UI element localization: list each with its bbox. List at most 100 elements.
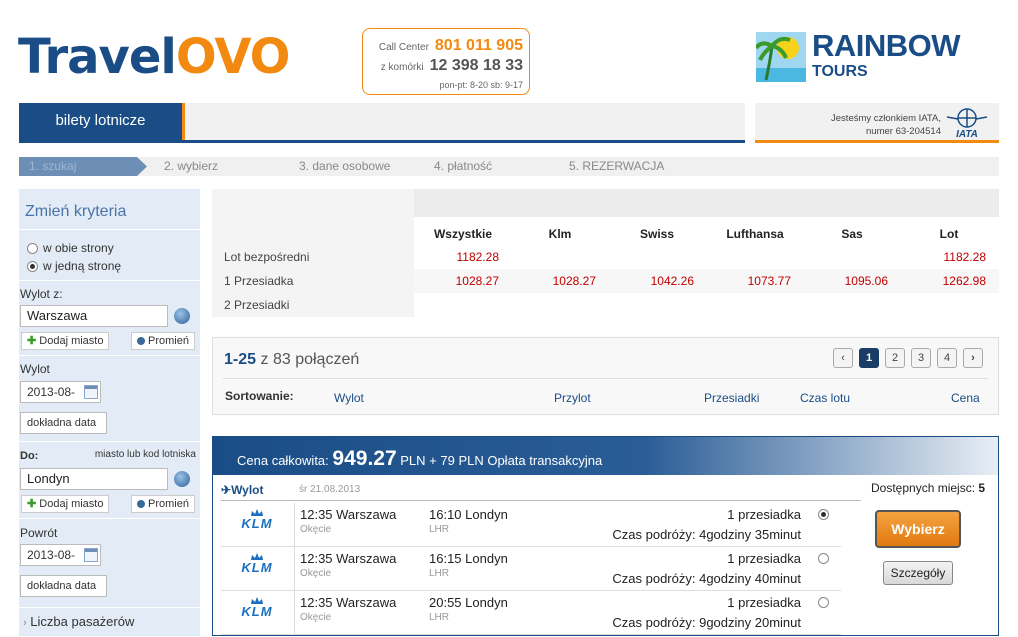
total-price-fee: PLN + 79 PLN Opłata transakcyjna	[400, 453, 603, 468]
depart-date-input[interactable]: 2013-08-	[20, 381, 101, 403]
return-label: Powrót	[20, 526, 58, 540]
pager-page-button[interactable]: 2	[885, 348, 905, 368]
price-cell[interactable]: 1042.26	[624, 274, 694, 288]
sort-by-price[interactable]: Cena	[951, 391, 980, 405]
airline-col-sas[interactable]: Sas	[802, 227, 902, 241]
calendar-icon[interactable]	[84, 548, 98, 562]
flight-option-row[interactable]: KLM 12:35 Warszawa Okęcie 16:15 Londyn L…	[221, 547, 841, 591]
results-toolbar: 1-25 z 83 połączeń ‹ 1 2 3 4 › Sortowani…	[212, 337, 999, 415]
row-label-two-stops: 2 Przesiadki	[224, 298, 290, 312]
flight-option-row[interactable]: KLM 12:35 Warszawa Okęcie 16:10 Londyn L…	[221, 503, 841, 547]
plus-icon: ✚	[27, 498, 37, 510]
one-way-label: w jedną stronę	[43, 259, 122, 273]
step-arrow-icon	[137, 157, 147, 176]
pager-prev-button[interactable]: ‹	[833, 348, 853, 368]
step-payment: 4. płatność	[434, 159, 493, 173]
results-suffix: połączeń	[295, 351, 360, 368]
price-cell[interactable]: 1095.06	[818, 274, 888, 288]
to-input[interactable]: Londyn	[20, 468, 168, 490]
flight-select-radio[interactable]	[818, 597, 829, 608]
step-choose: 2. wybierz	[164, 159, 219, 173]
add-city-button[interactable]: ✚ Dodaj miasto	[21, 495, 110, 513]
airline-col-lot[interactable]: Lot	[899, 227, 999, 241]
total-price: Cena całkowita: 949.27 PLN + 79 PLN Opła…	[237, 447, 602, 471]
call-center-label: Call Center	[378, 42, 429, 53]
price-cell[interactable]: 1073.77	[721, 274, 791, 288]
mobile-label: z komórki	[380, 62, 424, 73]
plane-icon: ✈	[221, 483, 232, 497]
radio-round-trip[interactable]	[27, 242, 38, 254]
tab-flight-tickets[interactable]: bilety lotnicze	[19, 103, 185, 140]
airline-col-swiss[interactable]: Swiss	[607, 227, 707, 241]
price-cell[interactable]: 1262.98	[916, 274, 986, 288]
arrival-airport: LHR	[429, 612, 450, 623]
depart-date-value: 2013-08-	[27, 385, 76, 399]
select-flight-button[interactable]: Wybierz	[875, 510, 961, 548]
results-total: 83	[272, 351, 291, 368]
flight-option-row[interactable]: KLM 12:35 Warszawa Okęcie 20:55 Londyn L…	[221, 591, 841, 635]
logo-part-2: OVO	[175, 29, 291, 85]
matrix-header	[414, 189, 999, 218]
airline-col-klm[interactable]: Klm	[510, 227, 610, 241]
sidebar-title: Zmień kryteria	[25, 203, 127, 220]
price-cell[interactable]: 1182.28	[429, 250, 500, 264]
stops-count: 1 przesiadka	[727, 507, 801, 522]
outbound-direction: Wylot	[231, 483, 264, 497]
pager-page-button[interactable]: 3	[911, 348, 931, 368]
trip-oneway-option[interactable]: w jedną stronę	[27, 259, 121, 273]
round-trip-label: w obie strony	[43, 241, 114, 255]
arrival-airport: LHR	[429, 524, 450, 535]
passengers-toggle[interactable]: › Liczba pasażerów	[19, 607, 200, 636]
sort-by-departure[interactable]: Wylot	[334, 391, 364, 405]
globe-icon[interactable]	[174, 308, 190, 324]
return-exact-date-select[interactable]: dokładna data	[20, 575, 107, 597]
radius-button[interactable]: Promień	[131, 332, 195, 350]
radio-one-way[interactable]	[27, 260, 38, 272]
stops-count: 1 przesiadka	[727, 551, 801, 566]
airline-col-lufthansa[interactable]: Lufthansa	[705, 227, 805, 241]
airline-price-matrix: Wszystkie Klm Swiss Lufthansa Sas Lot Lo…	[212, 189, 999, 317]
trip-round-option[interactable]: w obie strony	[27, 241, 114, 255]
airline-col-all[interactable]: Wszystkie	[413, 227, 513, 241]
iata-line-1: Jesteśmy członkiem IATA,	[831, 113, 941, 124]
from-input[interactable]: Warszawa	[20, 305, 168, 327]
globe-icon[interactable]	[174, 471, 190, 487]
outbound-header: ✈Wylot śr 21.08.2013	[221, 481, 861, 501]
pager-page-button[interactable]: 4	[937, 348, 957, 368]
return-date-input[interactable]: 2013-08-	[20, 544, 101, 566]
flight-select-radio[interactable]	[818, 553, 829, 564]
step-personal-data: 3. dane osobowe	[299, 159, 391, 173]
sort-by-stops[interactable]: Przesiadki	[704, 391, 759, 405]
total-price-label: Cena całkowita:	[237, 453, 329, 468]
plus-icon: ✚	[27, 335, 37, 347]
available-seats: Dostępnych miejsc: 5	[871, 481, 985, 495]
pager-next-button[interactable]: ›	[963, 348, 983, 368]
rainbow-tours-logo[interactable]: RAINBOW TOURS	[756, 30, 1000, 84]
add-city-button[interactable]: ✚ Dodaj miasto	[21, 332, 110, 350]
step-search[interactable]: 1. szukaj	[19, 157, 137, 176]
depart-exact-date-select[interactable]: dokładna data	[20, 412, 107, 434]
radius-label: Promień	[148, 335, 189, 347]
to-label: Do:	[20, 450, 39, 462]
pager-page-button[interactable]: 1	[859, 348, 879, 368]
sort-by-duration[interactable]: Czas lotu	[800, 391, 850, 405]
details-button[interactable]: Szczegóły	[883, 561, 953, 585]
price-cell[interactable]: 1028.27	[526, 274, 596, 288]
airline-name: KLM	[241, 516, 273, 531]
sort-by-arrival[interactable]: Przylot	[554, 391, 591, 405]
results-range: 1-25	[224, 351, 257, 368]
departure-time: 12:35 Warszawa	[300, 551, 397, 566]
results-of: z	[260, 351, 269, 368]
radius-button[interactable]: Promień	[131, 495, 195, 513]
flight-select-radio[interactable]	[818, 509, 829, 520]
arrival-time: 20:55 Londyn	[429, 595, 508, 610]
depart-label: Wylot	[20, 362, 50, 376]
radius-label: Promień	[148, 498, 189, 510]
results-count: 1-25 z 83 połączeń	[224, 351, 359, 369]
price-cell[interactable]: 1182.28	[916, 250, 987, 264]
flight-offer-card: Cena całkowita: 949.27 PLN + 79 PLN Opła…	[212, 436, 999, 636]
call-center-number: 801 011 905	[434, 37, 523, 54]
price-cell[interactable]: 1028.27	[429, 274, 499, 288]
travelovo-logo[interactable]: TravelOVO	[18, 29, 291, 85]
calendar-icon[interactable]	[84, 385, 98, 399]
